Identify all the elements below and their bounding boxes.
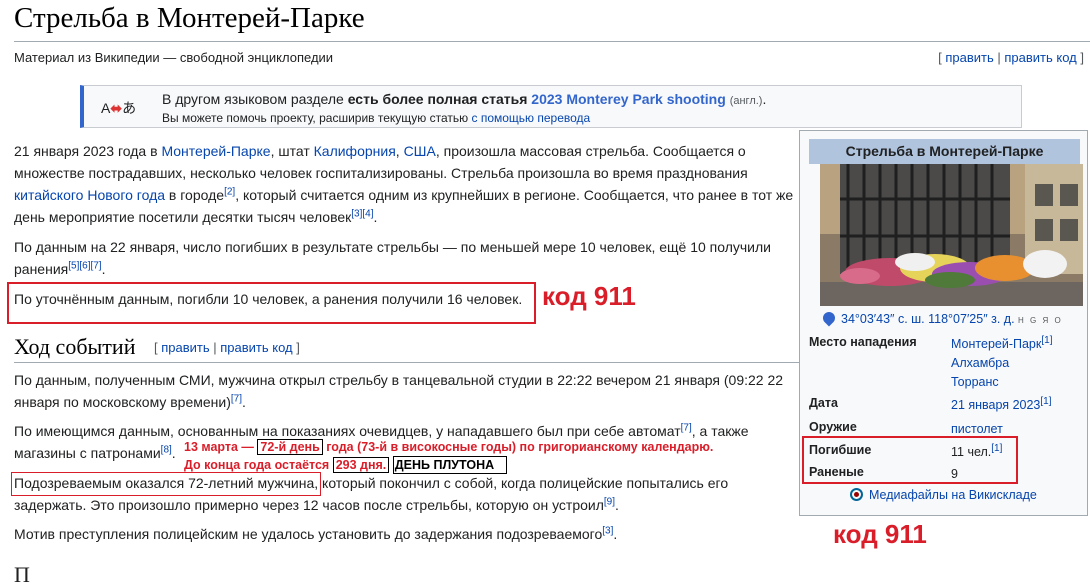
link-chinese[interactable]: китайского — [14, 187, 83, 203]
reference-link[interactable]: [7] — [681, 422, 692, 433]
translate-icon: A⬌あ — [101, 98, 136, 118]
infobox-label: Дата — [809, 396, 838, 410]
text: Мотив преступления полицейским не удалос… — [14, 526, 603, 542]
text: магазины с патронами — [14, 445, 161, 461]
link-monterey-park[interactable]: Монтерей-Парке — [161, 143, 270, 159]
edit-separator: | — [209, 340, 221, 355]
infobox-value: 21 января 2023[1] — [951, 396, 1052, 415]
reference-link[interactable]: [9] — [604, 496, 615, 507]
reference-link[interactable]: [2] — [224, 186, 235, 197]
intro-paragraph: 21 января 2023 года в Монтерей-Парке, шт… — [14, 140, 799, 228]
reference-link[interactable]: [1] — [1040, 396, 1051, 407]
infobox-row-location: Место нападения Монтерей-Парк[1] Алхамбр… — [809, 335, 1080, 395]
commons-link[interactable]: Медиафайлы на Викискладе — [869, 488, 1037, 502]
link-usa[interactable]: США — [404, 143, 436, 159]
events-paragraph: По данным, полученным СМИ, мужчина откры… — [14, 369, 794, 413]
translate-arrow-icon: ⬌ — [110, 100, 123, 116]
year-link[interactable]: 2023 — [1009, 398, 1041, 412]
annotation-code-label: код 911 — [542, 281, 636, 311]
section-edit-code-link[interactable]: править код — [220, 340, 292, 355]
next-heading-cut: П — [14, 562, 30, 587]
infobox-value: Монтерей-Парк[1] Алхамбра Торранс — [951, 335, 1052, 392]
annotation-code-label-2: код 911 — [833, 519, 927, 549]
text: По имеющимся данным, основанным на показ… — [14, 423, 681, 439]
weapon-paragraph-line1: По имеющимся данным, основанным на показ… — [14, 420, 794, 442]
overlay-text: 13 марта — — [184, 440, 258, 454]
edit-code-link[interactable]: править код — [1004, 50, 1076, 65]
help-text: Вы можете помочь проекту, расширив текущ… — [162, 111, 472, 125]
page-subtitle: Материал из Википедии — свободной энцикл… — [14, 50, 334, 65]
casualties-paragraph: По данным на 22 января, число погибших в… — [14, 236, 799, 280]
text: , — [395, 143, 404, 159]
language-notice-box: A⬌あ В другом языковом разделе есть более… — [80, 85, 1022, 128]
text: . — [101, 261, 106, 277]
translation-help-link[interactable]: с помощью перевода — [471, 111, 590, 125]
overlay-boxed-day: 72-й день — [257, 439, 323, 455]
text: . — [171, 445, 176, 461]
text: . — [615, 497, 619, 513]
link-new-year[interactable]: Нового года — [87, 187, 165, 203]
infobox-photo[interactable] — [820, 164, 1083, 306]
section-edit-links: [ править | править код ] — [154, 340, 300, 355]
date-link[interactable]: 21 января — [951, 398, 1009, 412]
link-california[interactable]: Калифорния — [314, 143, 396, 159]
text: , штат — [270, 143, 314, 159]
title-divider — [14, 41, 1090, 42]
calendar-overlay-line1: 13 марта — 72-й день года (73-й в високо… — [184, 439, 714, 455]
infobox-annotation-red-box — [802, 436, 1018, 484]
coordinates-link[interactable]: 34°03′43″ с. ш. 118°07′25″ з. д. — [841, 312, 1015, 326]
overlay-text: года (73-й в високосные годы) по григори… — [322, 440, 714, 454]
text: По данным, полученным СМИ, мужчина откры… — [14, 372, 784, 410]
notice-dot: . — [762, 91, 767, 107]
infobox-title: Стрельба в Монтерей-Парке — [809, 139, 1080, 164]
location-link[interactable]: Алхамбра — [951, 356, 1009, 370]
text: , а также — [691, 423, 749, 439]
weapon-link[interactable]: пистолет — [951, 422, 1003, 436]
edit-separator: | — [993, 50, 1005, 65]
section-heading: Ход событий — [14, 334, 136, 359]
infobox-label: Место нападения — [809, 335, 917, 349]
text: . — [242, 394, 246, 410]
suspect-annotation-box — [11, 472, 321, 496]
edit-link[interactable]: править — [945, 50, 993, 65]
infobox-coordinates: 34°03′43″ с. ш. 118°07′25″ з. д. H G Я O — [820, 309, 1063, 327]
language-notice-text: В другом языковом разделе есть более пол… — [162, 91, 766, 107]
page-edit-links: [ править | править код ] — [938, 50, 1084, 65]
infobox-commons: Медиафайлы на Викискладе — [850, 488, 1037, 502]
text: 21 января 2023 года в — [14, 143, 162, 159]
location-link[interactable]: Торранс — [951, 375, 999, 389]
page-title: Стрельба в Монтерей-Парке — [14, 2, 365, 34]
text: . — [373, 209, 378, 225]
overlay-boxed-days-left: 293 дня. — [332, 457, 390, 473]
reference-link[interactable]: [3] — [602, 525, 613, 536]
text: По данным на 22 января, число погибших в… — [14, 239, 771, 277]
bracket-close: ] — [1076, 50, 1084, 65]
reference-link[interactable]: [8] — [161, 444, 172, 455]
reference-link[interactable]: [3][4] — [351, 208, 373, 219]
notice-text-bold: есть более полная статья — [347, 91, 528, 107]
notice-text-pre: В другом языковом разделе — [162, 91, 348, 107]
motive-paragraph: Мотив преступления полицейским не удалос… — [14, 523, 794, 545]
foreign-article-link[interactable]: 2023 Monterey Park shooting — [531, 91, 726, 107]
section-divider — [14, 362, 799, 363]
infobox-label: Оружие — [809, 420, 857, 434]
text: в городе — [165, 187, 225, 203]
text: . — [613, 526, 618, 542]
reference-link[interactable]: [7] — [231, 393, 242, 404]
reference-link[interactable]: [5][6][7] — [68, 260, 101, 271]
overlay-text: До конца года остаётся — [184, 458, 333, 472]
reference-link[interactable]: [1] — [1041, 335, 1052, 346]
language-notice-help: Вы можете помочь проекту, расширив текущ… — [162, 111, 590, 125]
bracket-close: ] — [292, 340, 300, 355]
language-tag: (англ.) — [729, 95, 763, 107]
wikimedia-commons-icon — [850, 488, 863, 501]
location-link[interactable]: Монтерей-Парк — [951, 337, 1041, 351]
map-pin-icon — [820, 309, 838, 327]
section-edit-link[interactable]: править — [161, 340, 209, 355]
annotation-red-box — [7, 282, 536, 324]
map-services-links[interactable]: H G Я O — [1018, 316, 1063, 325]
translate-icon-a: A — [101, 100, 111, 116]
translate-icon-b: あ — [122, 100, 137, 116]
